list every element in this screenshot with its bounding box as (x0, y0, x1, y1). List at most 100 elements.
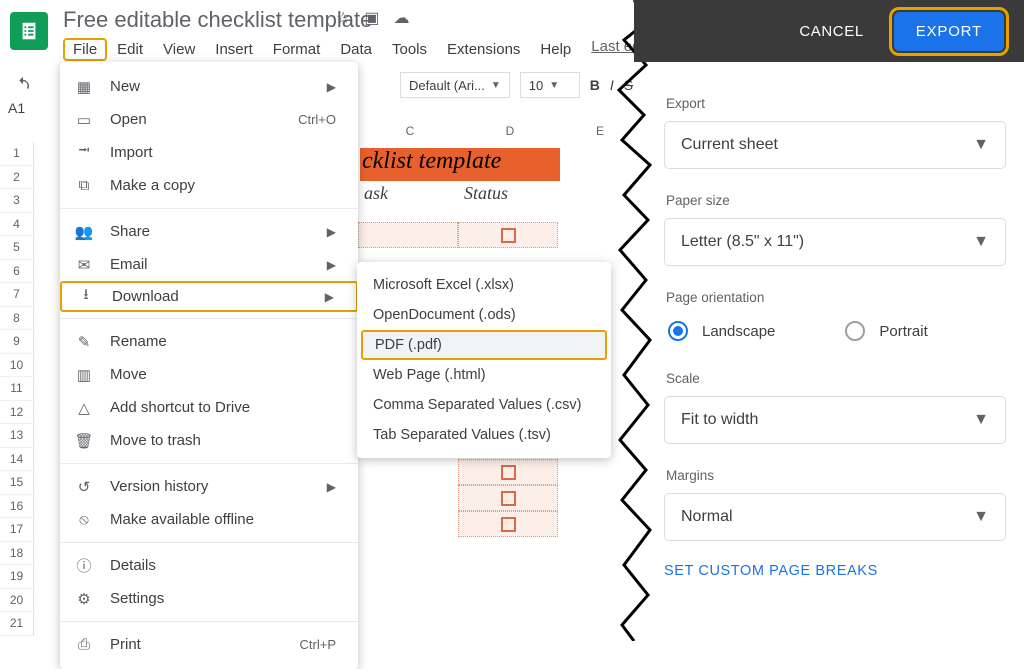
file-menu-download[interactable]: ⭳ Download ▶ (60, 281, 358, 312)
undo-icon[interactable] (14, 76, 32, 94)
scale-select[interactable]: Fit to width ▼ (664, 396, 1006, 444)
checkbox-cell[interactable] (458, 459, 558, 485)
checkbox-cell[interactable] (458, 222, 558, 248)
menu-help[interactable]: Help (530, 38, 581, 61)
file-menu-share[interactable]: 👥 Share ▶ (60, 215, 358, 248)
row-header[interactable]: 16 (0, 495, 33, 519)
row-header[interactable]: 19 (0, 565, 33, 589)
download-html[interactable]: Web Page (.html) (357, 360, 611, 390)
history-icon: ↺ (74, 478, 94, 496)
font-size-value: 10 (529, 78, 543, 93)
row-header[interactable]: 18 (0, 542, 33, 566)
checkbox-cell[interactable] (458, 485, 558, 511)
col-header[interactable]: E (560, 124, 640, 138)
bold-button[interactable]: B (590, 77, 600, 93)
file-menu-trash[interactable]: 🗑 Move to trash (60, 424, 358, 457)
row-header[interactable]: 6 (0, 260, 33, 284)
download-tsv[interactable]: Tab Separated Values (.tsv) (357, 420, 611, 450)
font-size-select[interactable]: 10▼ (520, 72, 580, 98)
row-header[interactable]: 13 (0, 424, 33, 448)
file-menu-import[interactable]: ⭲ Import (60, 136, 358, 169)
file-menu-add-shortcut[interactable]: △ Add shortcut to Drive (60, 391, 358, 424)
orientation-landscape-radio[interactable]: Landscape (668, 321, 775, 341)
task-cell[interactable] (358, 222, 458, 248)
row-header[interactable]: 15 (0, 471, 33, 495)
italic-button[interactable]: I (610, 77, 614, 93)
download-ods[interactable]: OpenDocument (.ods) (357, 300, 611, 330)
shortcut-label: Ctrl+P (300, 637, 336, 652)
chevron-down-icon: ▼ (973, 136, 989, 154)
file-menu-settings[interactable]: ⚙ Settings (60, 582, 358, 615)
set-custom-page-breaks-button[interactable]: SET CUSTOM PAGE BREAKS (664, 563, 1006, 579)
font-select[interactable]: Default (Ari...▼ (400, 72, 510, 98)
file-menu-rename[interactable]: ✎ Rename (60, 325, 358, 358)
task-header-cell[interactable]: ask (360, 183, 460, 204)
move-folder-icon[interactable]: ▣ (364, 8, 379, 28)
checkbox-cell[interactable] (458, 511, 558, 537)
margins-select[interactable]: Normal ▼ (664, 493, 1006, 541)
paper-size-value: Letter (8.5" x 11") (681, 233, 804, 251)
cancel-button[interactable]: CANCEL (785, 13, 877, 50)
strikethrough-button[interactable]: S (624, 77, 633, 93)
star-icon[interactable]: ☆ (336, 8, 350, 28)
row-header[interactable]: 1 (0, 142, 33, 166)
download-csv[interactable]: Comma Separated Values (.csv) (357, 390, 611, 420)
document-title[interactable]: Free editable checklist template (63, 7, 372, 33)
download-pdf[interactable]: PDF (.pdf) (361, 330, 607, 360)
menu-view[interactable]: View (153, 38, 205, 61)
file-menu-label: Share (110, 223, 311, 240)
file-menu-make-copy[interactable]: ⧉ Make a copy (60, 169, 358, 202)
download-xlsx[interactable]: Microsoft Excel (.xlsx) (357, 270, 611, 300)
row-header[interactable]: 4 (0, 213, 33, 237)
file-menu-new[interactable]: ▦ New ▶ (60, 70, 358, 103)
file-menu-email[interactable]: ✉ Email ▶ (60, 248, 358, 281)
export-scope-select[interactable]: Current sheet ▼ (664, 121, 1006, 169)
checkbox-icon[interactable] (501, 491, 516, 506)
name-box[interactable]: A1 (8, 100, 44, 116)
row-header[interactable]: 14 (0, 448, 33, 472)
email-icon: ✉ (74, 256, 94, 274)
margins-label: Margins (666, 468, 1006, 483)
status-header-cell[interactable]: Status (460, 183, 560, 204)
file-menu-move[interactable]: ▥ Move (60, 358, 358, 391)
menu-tools[interactable]: Tools (382, 38, 437, 61)
col-header[interactable]: D (460, 124, 560, 138)
menu-extensions[interactable]: Extensions (437, 38, 530, 61)
orientation-portrait-radio[interactable]: Portrait (845, 321, 927, 341)
file-menu-details[interactable]: ⓘ Details (60, 549, 358, 582)
row-header[interactable]: 2 (0, 166, 33, 190)
file-menu-print[interactable]: ⎙ Print Ctrl+P (60, 628, 358, 661)
checkbox-icon[interactable] (501, 228, 516, 243)
row-header[interactable]: 10 (0, 354, 33, 378)
checkbox-icon[interactable] (501, 517, 516, 532)
row-header[interactable]: 12 (0, 401, 33, 425)
file-menu-label: Print (110, 636, 284, 653)
file-menu-label: Import (110, 144, 336, 161)
row-header[interactable]: 11 (0, 377, 33, 401)
menu-file[interactable]: File (63, 38, 107, 61)
file-menu-version-history[interactable]: ↺ Version history ▶ (60, 470, 358, 503)
menu-edit[interactable]: Edit (107, 38, 153, 61)
export-button[interactable]: EXPORT (894, 12, 1004, 51)
menu-data[interactable]: Data (330, 38, 382, 61)
orientation-label: Page orientation (666, 290, 1006, 305)
file-menu-offline[interactable]: ⦸ Make available offline (60, 503, 358, 536)
font-select-value: Default (Ari... (409, 78, 485, 93)
checkbox-icon[interactable] (501, 465, 516, 480)
row-header[interactable]: 8 (0, 307, 33, 331)
menu-format[interactable]: Format (263, 38, 331, 61)
row-header[interactable]: 7 (0, 283, 33, 307)
paper-size-select[interactable]: Letter (8.5" x 11") ▼ (664, 218, 1006, 266)
file-menu-open[interactable]: ▭ Open Ctrl+O (60, 103, 358, 136)
col-header[interactable]: C (360, 124, 460, 138)
export-scope-value: Current sheet (681, 136, 778, 154)
row-header[interactable]: 3 (0, 189, 33, 213)
title-cell[interactable]: cklist template (360, 148, 560, 181)
row-header[interactable]: 5 (0, 236, 33, 260)
menu-insert[interactable]: Insert (205, 38, 263, 61)
row-header[interactable]: 20 (0, 589, 33, 613)
row-header[interactable]: 17 (0, 518, 33, 542)
row-header[interactable]: 9 (0, 330, 33, 354)
row-header[interactable]: 21 (0, 612, 33, 636)
sheets-logo[interactable] (10, 12, 48, 50)
